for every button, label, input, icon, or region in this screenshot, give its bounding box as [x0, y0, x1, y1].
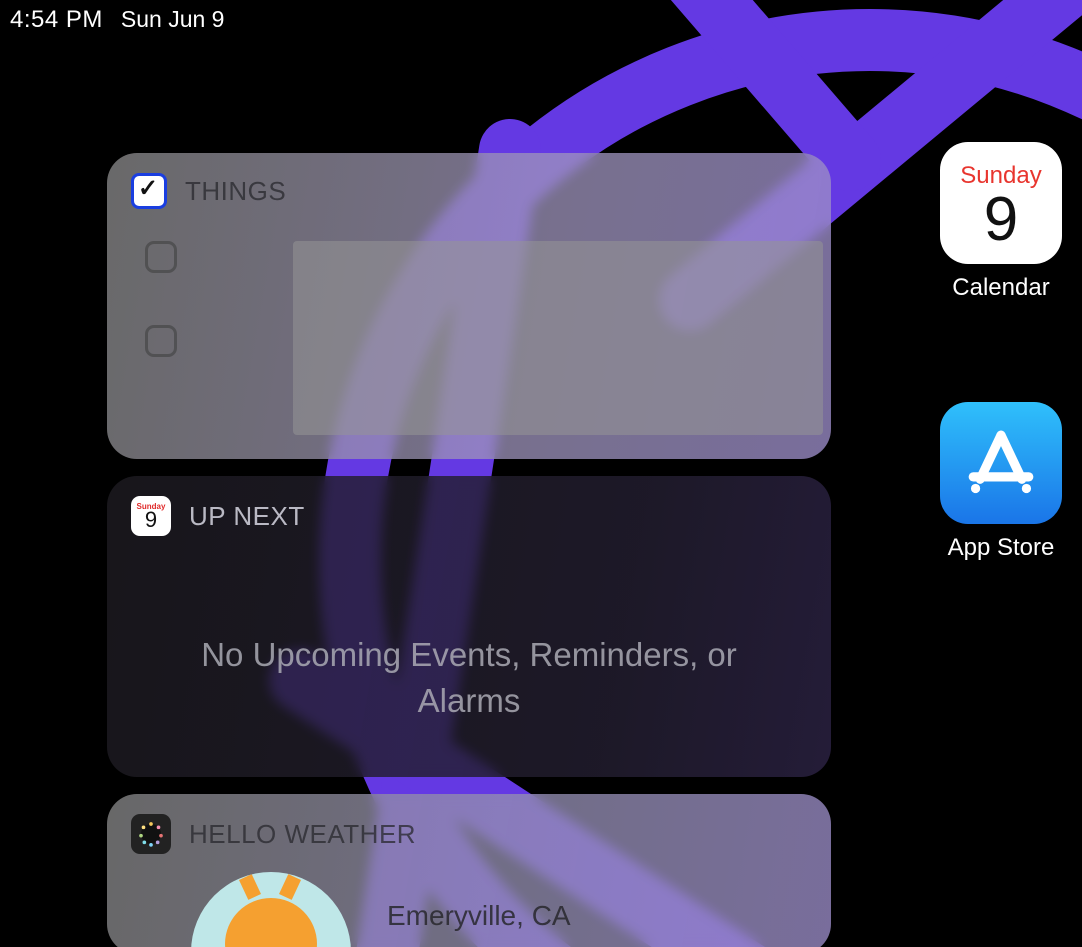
widget-title: HELLO WEATHER — [189, 819, 416, 850]
things-items — [131, 227, 807, 357]
things-app-icon — [131, 173, 167, 209]
status-time: 4:54 PM — [10, 6, 103, 34]
widget-things[interactable]: THINGS — [107, 153, 831, 459]
app-label: Calendar — [952, 274, 1049, 302]
weather-location: Emeryville, CA — [387, 900, 571, 932]
mini-day-number: 9 — [145, 510, 157, 530]
widgets-column: THINGS Sunday 9 UP NEXT No Upcoming Even… — [107, 153, 831, 947]
status-date: Sun Jun 9 — [121, 6, 225, 33]
widget-title: UP NEXT — [189, 501, 305, 532]
up-next-empty-state: No Upcoming Events, Reminders, or Alarms — [131, 554, 807, 724]
calendar-mini-icon: Sunday 9 — [131, 496, 171, 536]
app-calendar[interactable]: Sunday 9 Calendar — [940, 142, 1062, 302]
calendar-app-icon: Sunday 9 — [940, 142, 1062, 264]
widget-title: THINGS — [185, 176, 286, 207]
app-store-logo-icon — [964, 426, 1038, 500]
weather-body: Emeryville, CA — [131, 872, 807, 947]
hello-weather-app-icon — [131, 814, 171, 854]
widget-header: Sunday 9 UP NEXT — [131, 496, 807, 536]
todo-checkbox[interactable] — [145, 241, 177, 273]
app-app-store[interactable]: App Store — [940, 402, 1062, 562]
app-label: App Store — [948, 534, 1055, 562]
todo-checkbox[interactable] — [145, 325, 177, 357]
sun-icon — [225, 898, 317, 947]
status-bar: 4:54 PM Sun Jun 9 — [10, 6, 224, 34]
app-store-app-icon — [940, 402, 1062, 524]
home-apps-column: Sunday 9 Calendar App Store — [938, 142, 1064, 562]
widget-hello-weather[interactable]: HELLO WEATHER Emeryville, CA — [107, 794, 831, 947]
calendar-icon-number: 9 — [984, 192, 1018, 248]
widget-header: HELLO WEATHER — [131, 814, 807, 854]
widget-up-next[interactable]: Sunday 9 UP NEXT No Upcoming Events, Rem… — [107, 476, 831, 777]
weather-glyph-sunny — [191, 872, 351, 947]
widget-header: THINGS — [131, 173, 807, 209]
